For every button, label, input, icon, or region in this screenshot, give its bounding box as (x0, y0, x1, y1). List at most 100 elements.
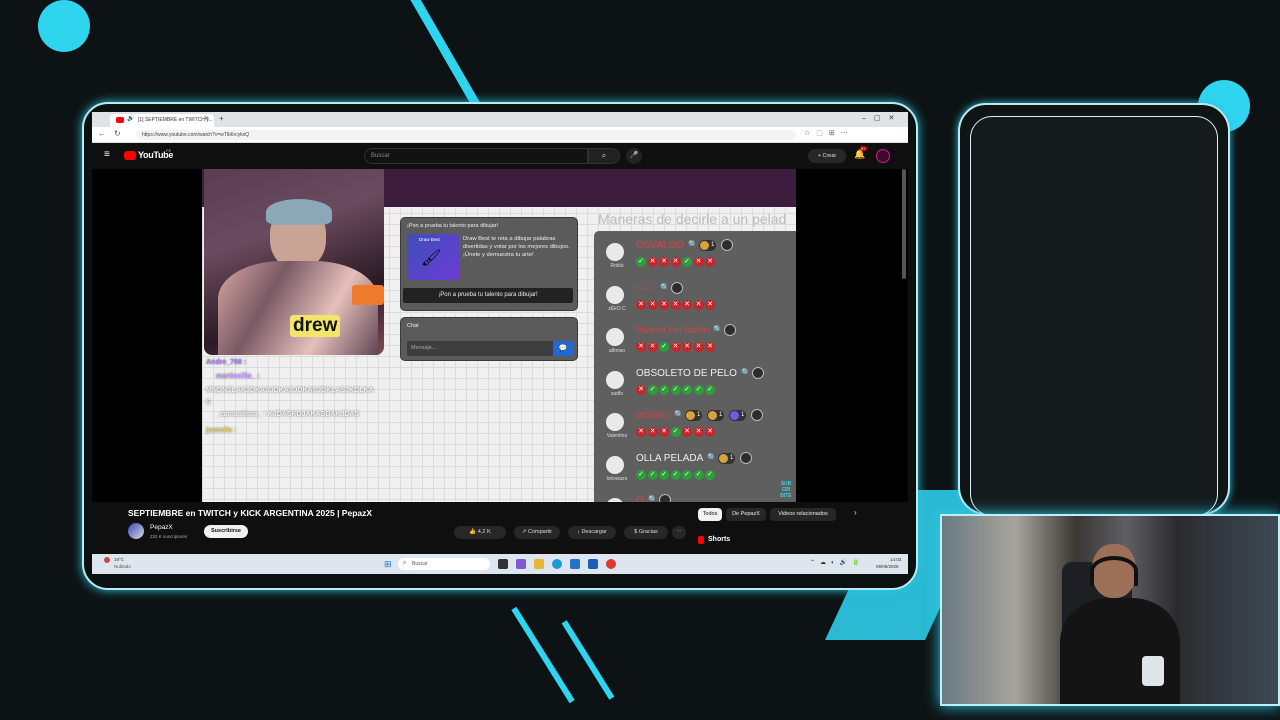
search-icon: 🔍 (660, 282, 670, 292)
cross-icon: ✕ (705, 299, 715, 310)
webcam-lamp (1142, 656, 1164, 686)
chip-related[interactable]: Videos relacionados (770, 508, 836, 521)
decor-circle-top-left (38, 0, 90, 52)
youtube-logo-icon[interactable] (124, 151, 136, 160)
reload-icon[interactable]: ↻ (114, 129, 121, 138)
chat-line: S (206, 399, 211, 406)
cross-icon: ✕ (682, 342, 692, 352)
player-username: zEkO C (608, 305, 626, 312)
cross-icon: ✕ (670, 299, 681, 310)
video-player[interactable]: drew ¡Pon a prueba tu talento para dibuj… (92, 169, 908, 502)
browser-tab[interactable]: 🔊 [1] SEPTIEMBRE en TWITCH y... (110, 114, 214, 127)
chip-all[interactable]: Todos (698, 508, 722, 521)
check-icon: ✓ (659, 384, 669, 395)
file-explorer-icon[interactable] (534, 559, 544, 569)
edit-icon[interactable] (671, 281, 683, 294)
edit-icon[interactable] (724, 324, 736, 336)
chat-input[interactable]: Mensaje... (407, 341, 553, 356)
check-icon: ✓ (636, 257, 646, 267)
widgets-icon[interactable] (516, 559, 526, 569)
side-frame-inner (970, 116, 1218, 516)
weather-desc: Nublado (114, 564, 131, 569)
extensions-icons[interactable]: ☆⬚⊞⋯ (804, 129, 854, 137)
check-icon: ✓ (659, 469, 669, 480)
player-answer: ozzuelo (636, 410, 671, 421)
shorts-label: Shorts (708, 536, 731, 543)
cross-icon: ✕ (647, 427, 658, 437)
taskbar-search-label: Buscar (412, 561, 428, 567)
back-icon[interactable]: ← (98, 129, 106, 138)
check-icon: ✓ (705, 384, 715, 395)
chat-send-button[interactable]: 💬 (553, 341, 573, 356)
overlay-name-tag: drew (290, 315, 341, 337)
promo-panel: ¡Pon a prueba tu talento para dibujar! D… (400, 217, 578, 311)
player-row: ozzuelo Valentino ✕ ✕ ✕ ✓ ✕ ✕ ✕ 🔍 1 1 1 (604, 407, 796, 447)
draw-challenge-button[interactable]: ¡Pon a prueba tu talento para dibujar! (403, 288, 573, 303)
more-actions-button[interactable]: ⋯ (672, 526, 686, 539)
coin-icon (730, 411, 739, 420)
badge: 1 (685, 410, 703, 421)
window-controls[interactable]: –▢✕ (862, 114, 902, 122)
check-icon: ✓ (647, 469, 658, 480)
vote-marks: ✕ ✕ ✕ ✓ ✕ ✕ ✕ (636, 427, 715, 437)
edit-icon[interactable] (751, 409, 763, 421)
player-answer: osama bin laden (636, 325, 710, 336)
edge-icon[interactable] (552, 559, 562, 569)
check-icon: ✓ (647, 384, 658, 395)
youtube-favicon-icon (116, 117, 124, 123)
store-icon[interactable] (570, 559, 580, 569)
url-field[interactable]: https://www.youtube.com/watch?v=wTlb6rcy… (136, 130, 796, 140)
windows-start-icon[interactable]: ⊞ (384, 559, 392, 569)
badge: 1 (729, 410, 747, 421)
chat-title: Chat (407, 323, 419, 329)
streamer-cap (266, 199, 332, 225)
edit-icon[interactable] (659, 494, 671, 502)
player-row: O 🔍 (604, 492, 796, 502)
badge: 1 (718, 452, 736, 464)
edit-icon[interactable] (740, 451, 752, 464)
avatar[interactable] (876, 149, 890, 163)
new-tab-icon[interactable]: + (219, 114, 224, 123)
check-icon: ✓ (682, 257, 692, 267)
chat-line: MNDNSLAKJDKASJDKASJDKASJDKLASJKDLKA (206, 387, 374, 394)
audio-icon: 🔊 (127, 116, 135, 122)
chips-next-icon[interactable]: › (854, 508, 857, 517)
youtube-header: ≡ YouTube PE Buscar ⌕ 🎤 + Crear 🔔 9+ (92, 143, 908, 169)
brush-icon: 🖌 (421, 250, 442, 267)
weather-icon (104, 557, 110, 563)
player-username: lokowazo (606, 475, 628, 482)
search-icon: 🔍 (688, 240, 698, 249)
edit-icon[interactable] (752, 366, 764, 379)
youtube-logo-region: PE (166, 148, 172, 153)
channel-name[interactable]: PepazX (150, 524, 173, 531)
video-info: SEPTIEMBRE en TWITCH y KICK ARGENTINA 20… (92, 502, 908, 554)
outlook-icon[interactable] (588, 559, 598, 569)
download-button[interactable]: ↓ Descargar (568, 526, 616, 539)
user-avatar-icon (606, 413, 624, 431)
thanks-button[interactable]: $ Gracias (624, 526, 668, 539)
cross-icon: ✕ (636, 384, 646, 395)
share-button[interactable]: ↗ Compartir (514, 526, 560, 539)
player-scrollbar[interactable] (902, 169, 906, 279)
menu-icon[interactable]: ≡ (104, 149, 110, 160)
cross-icon: ✕ (670, 342, 681, 352)
search-input[interactable]: Buscar (364, 148, 588, 164)
vote-marks: ✓ ✓ ✓ ✓ ✓ ✓ ✓ (636, 469, 715, 480)
mic-icon[interactable]: 🎤 (626, 148, 642, 164)
subscribe-button[interactable]: Suscribirse (204, 525, 248, 538)
tab-close-icon[interactable]: ✕ (204, 115, 209, 122)
decor-stripe-top (405, 0, 484, 113)
task-view-icon[interactable] (498, 559, 508, 569)
like-button[interactable]: 👍 4,2 K (454, 526, 506, 539)
chip-channel[interactable]: De PepazX (726, 508, 766, 521)
search-button[interactable]: ⌕ (588, 148, 620, 164)
chrome-icon[interactable] (606, 559, 616, 569)
check-icon: ✓ (670, 384, 681, 395)
cross-icon: ✕ (647, 257, 658, 267)
edit-icon[interactable] (721, 239, 733, 251)
chat-panel: Chat Mensaje... 💬 (400, 317, 578, 361)
channel-avatar[interactable] (128, 523, 144, 539)
create-button[interactable]: + Crear (808, 149, 846, 163)
system-tray-icons[interactable]: ⌃☁◐🔊🔋 (810, 559, 865, 566)
taskbar-search[interactable]: ⌕ Buscar (398, 558, 490, 570)
